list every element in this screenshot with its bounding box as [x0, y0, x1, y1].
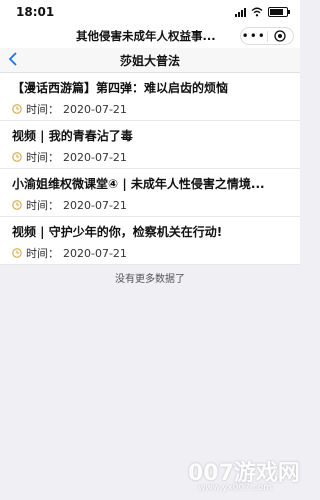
wifi-icon	[251, 7, 263, 17]
status-icons	[235, 7, 290, 17]
article-meta: 时间： 2020-07-21	[12, 198, 300, 212]
article-date: 2020-07-21	[63, 102, 127, 116]
more-button[interactable]: •••	[241, 30, 267, 42]
mini-program-capsule: •••	[240, 27, 294, 45]
list-item[interactable]: 视频 | 守护少年的你，检察机关在行动! 时间： 2020-07-21	[0, 217, 300, 265]
status-time: 18:01	[16, 5, 55, 19]
no-more-data-text: 没有更多数据了	[115, 274, 185, 285]
clock-icon	[12, 200, 22, 210]
article-title[interactable]: 视频 | 守护少年的你，检察机关在行动!	[12, 224, 292, 240]
time-label: 时间：	[26, 247, 59, 260]
time-label: 时间：	[26, 151, 59, 164]
article-list: 【漫话西游篇】第四弹：难以启齿的烦恼 时间： 2020-07-21 视频 | 我…	[0, 73, 300, 265]
clock-icon	[12, 152, 22, 162]
clock-icon	[12, 104, 22, 114]
article-title[interactable]: 【漫话西游篇】第四弹：难以启齿的烦恼	[12, 80, 292, 96]
article-meta: 时间： 2020-07-21	[12, 102, 300, 116]
article-meta: 时间： 2020-07-21	[12, 246, 300, 260]
page-title: 莎姐大普法	[119, 54, 180, 68]
watermark-url: www.yx007.com	[198, 483, 273, 493]
article-date: 2020-07-21	[63, 246, 127, 260]
article-meta: 时间： 2020-07-21	[12, 150, 300, 164]
time-label: 时间：	[26, 199, 59, 212]
close-button[interactable]	[268, 30, 294, 42]
list-item[interactable]: 小渝姐维权微课堂④ | 未成年人性侵害之情境... 时间： 2020-07-21	[0, 169, 300, 217]
app-title: 其他侵害未成年人权益事...	[76, 29, 216, 43]
article-date: 2020-07-21	[63, 198, 127, 212]
time-label: 时间：	[26, 103, 59, 116]
list-item[interactable]: 视频 | 我的青春沾了毒 时间： 2020-07-21	[0, 121, 300, 169]
app-title-bar: 其他侵害未成年人权益事... •••	[0, 24, 300, 48]
target-icon	[274, 30, 286, 42]
article-date: 2020-07-21	[63, 150, 127, 164]
article-title[interactable]: 小渝姐维权微课堂④ | 未成年人性侵害之情境...	[12, 176, 292, 192]
clock-icon	[12, 248, 22, 258]
watermark-logo: 007游戏网 www.yx007.com	[188, 455, 300, 495]
list-item[interactable]: 【漫话西游篇】第四弹：难以启齿的烦恼 时间： 2020-07-21	[0, 73, 300, 121]
cell-signal-icon	[235, 7, 246, 17]
article-title[interactable]: 视频 | 我的青春沾了毒	[12, 128, 292, 144]
battery-icon	[268, 7, 290, 17]
status-bar: 18:01	[0, 0, 300, 24]
nav-bar: 莎姐大普法	[0, 48, 300, 73]
